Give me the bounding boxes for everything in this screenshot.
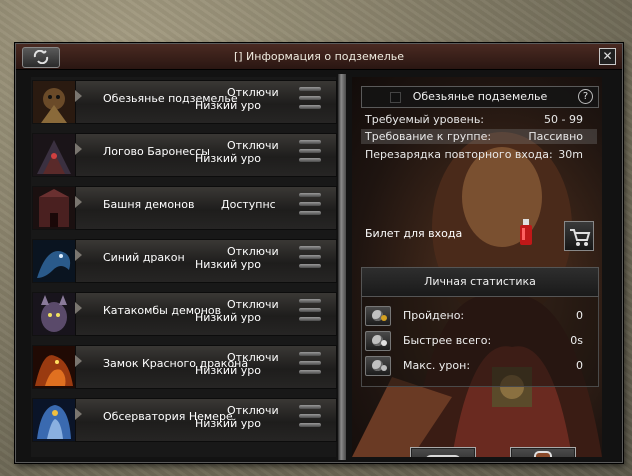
dungeon-status: Отключи (227, 351, 279, 364)
dungeon-name: Синий дракон (103, 251, 185, 264)
help-button[interactable]: ? (578, 89, 593, 104)
stat-max-damage: Макс. урон: 0 (365, 356, 595, 376)
slider-knobs-icon (299, 405, 321, 431)
dungeon-item[interactable]: Обсерватория Немере Отключи Низкий уро (31, 395, 337, 442)
triangle-icon (75, 249, 82, 261)
dungeon-portrait (32, 80, 76, 124)
dungeon-level-note: Низкий уро (195, 311, 261, 324)
triangle-icon (75, 196, 82, 208)
slider-knobs-icon (299, 87, 321, 113)
stat-value: 0 (576, 309, 583, 322)
dungeon-level-note: Низкий уро (195, 258, 261, 271)
clock-sword-icon (365, 331, 391, 351)
row-label: Требуемый уровень: (365, 113, 485, 126)
stat-fastest: Быстрее всего: 0s (365, 331, 595, 351)
row-label: Требование к группе: (365, 130, 492, 143)
selected-dungeon-header: Обезьянье подземелье ? (361, 86, 599, 108)
triangle-icon (75, 90, 82, 102)
stat-label: Пройдено: (403, 309, 465, 322)
triangle-icon (75, 355, 82, 367)
slider-knobs-icon (299, 299, 321, 325)
dungeon-level-note: Низкий уро (195, 417, 261, 430)
red-potion-icon[interactable] (518, 219, 534, 245)
ranking-button[interactable] (510, 447, 576, 457)
dungeon-item[interactable]: Катакомбы демонов Отключи Низкий уро (31, 289, 337, 336)
dungeon-level-note: Низкий уро (195, 152, 261, 165)
slider-knobs-icon (299, 352, 321, 378)
selected-dungeon-name: Обезьянье подземелье (412, 90, 548, 103)
dungeon-item[interactable]: Синий дракон Отключи Низкий уро (31, 236, 337, 283)
dungeon-status: Отключи (227, 245, 279, 258)
slider-knobs-icon (299, 193, 321, 219)
dungeon-portrait (32, 239, 76, 283)
stat-completed: Пройдено: 0 (365, 306, 595, 326)
window-title: [] Информация о подземелье (233, 50, 405, 63)
crown-sword-icon (365, 306, 391, 326)
dungeon-item[interactable]: Башня демонов Доступнс (31, 183, 337, 230)
entry-ticket-label: Билет для входа (365, 227, 463, 240)
dungeon-status: Отключи (227, 86, 279, 99)
row-value: Пассивно (528, 130, 583, 143)
dungeon-portrait (32, 292, 76, 336)
slider-knobs-icon (299, 246, 321, 272)
stat-value: 0 (576, 359, 583, 372)
stat-label: Макс. урон: (403, 359, 471, 372)
dungeon-item[interactable]: Замок Красного дракона Отключи Низкий ур… (31, 342, 337, 389)
window-titlebar[interactable]: [] Информация о подземелье ✕ (16, 44, 622, 70)
cart-icon (570, 229, 591, 246)
dungeon-status: Отключи (227, 404, 279, 417)
dungeon-name: Башня демонов (103, 198, 195, 211)
party-requirement-row: Требование к группе: Пассивно (361, 129, 597, 144)
row-label: Перезарядка повторного входа: (365, 148, 553, 161)
slider-knobs-icon (299, 140, 321, 166)
dungeon-portrait (32, 345, 76, 389)
panel-divider (338, 74, 346, 460)
dungeon-info-window: [] Информация о подземелье ✕ Обезьянье п… (15, 43, 623, 463)
dungeon-status: Доступнс (221, 198, 276, 211)
stat-value: 0s (570, 334, 583, 347)
triangle-icon (75, 408, 82, 420)
stat-label: Быстрее всего: (403, 334, 492, 347)
dungeon-level-note: Низкий уро (195, 364, 261, 377)
dungeon-details-panel: Обезьянье подземелье ? Требуемый уровень… (352, 77, 602, 457)
personal-stats-header: Личная статистика (361, 267, 599, 297)
enter-dungeon-button[interactable] (410, 447, 476, 457)
dungeon-status: Отключи (227, 139, 279, 152)
damage-sword-icon (365, 356, 391, 376)
close-button[interactable]: ✕ (599, 48, 616, 65)
dungeon-level-note: Низкий уро (195, 99, 261, 112)
dungeon-portrait (32, 133, 76, 177)
dungeon-item[interactable]: Обезьянье подземелье Отключи Низкий уро (31, 77, 337, 124)
row-value: 30m (558, 148, 583, 161)
dungeon-portrait (32, 186, 76, 230)
triangle-icon (75, 143, 82, 155)
dungeon-status: Отключи (227, 298, 279, 311)
dungeon-name: Логово Баронессы (103, 145, 210, 158)
triangle-icon (75, 302, 82, 314)
reentry-cooldown-row: Перезарядка повторного входа: 30m (361, 147, 597, 162)
ranking-icon (536, 453, 550, 457)
required-level-row: Требуемый уровень: 50 - 99 (361, 112, 597, 127)
enter-dungeon-icon (425, 455, 461, 457)
row-value: 50 - 99 (544, 113, 583, 126)
shop-button[interactable] (564, 221, 594, 251)
dungeon-portrait (32, 398, 76, 442)
dungeon-list: Обезьянье подземелье Отключи Низкий уро … (31, 77, 337, 457)
dungeon-item[interactable]: Логово Баронессы Отключи Низкий уро (31, 130, 337, 177)
